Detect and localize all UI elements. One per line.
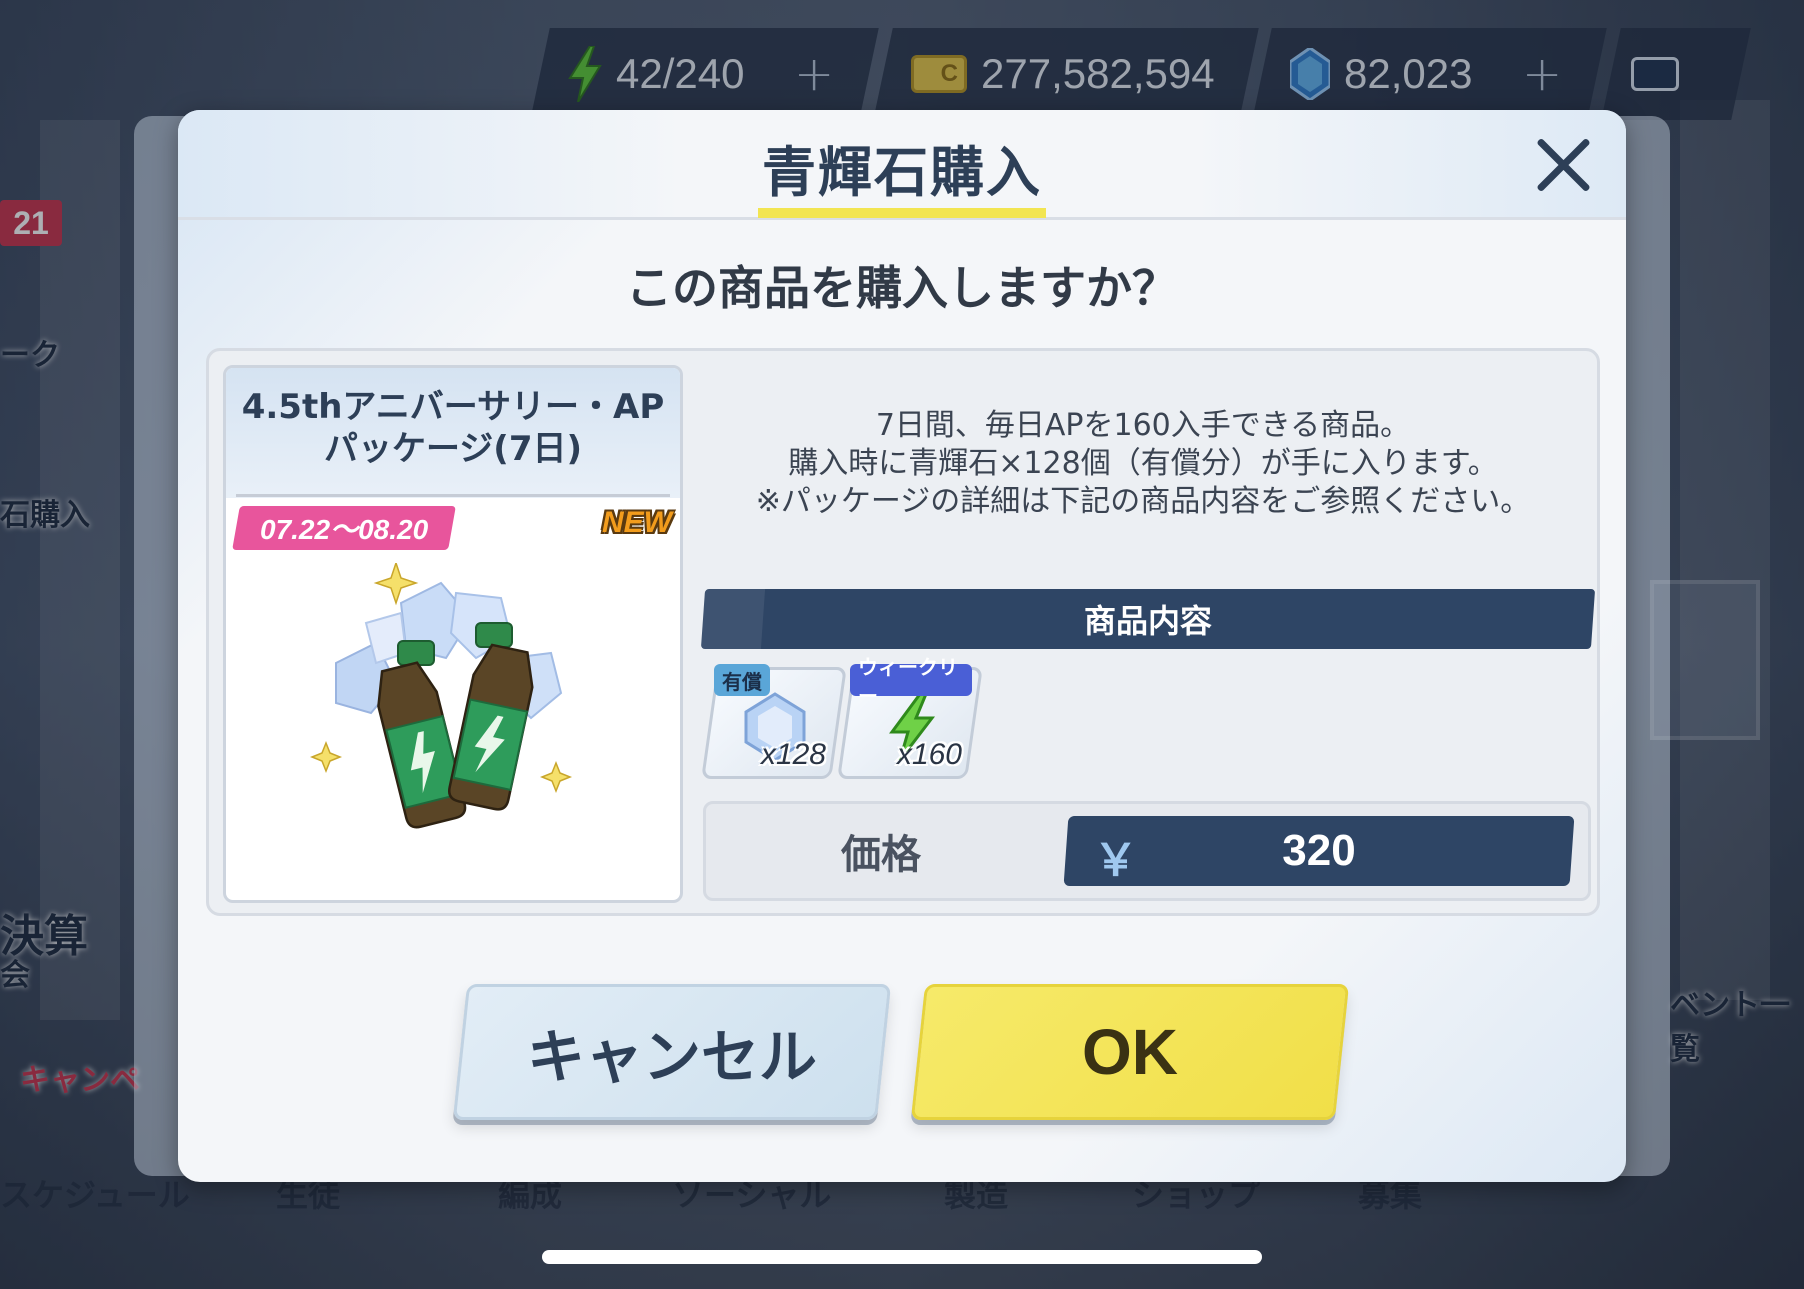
cancel-button[interactable]: キャンセル [452, 984, 892, 1120]
ok-button[interactable]: OK [910, 984, 1350, 1120]
dialog-title: 青輝石購入 [762, 141, 1042, 204]
price-row: 価格 ￥ 320 [703, 801, 1591, 901]
product-title-line2: パッケージ(7日) [323, 429, 583, 469]
product-title-line1: 4.5thアニバーサリー・AP [241, 387, 665, 427]
price-label: 価格 [841, 832, 921, 878]
description-line: 購入時に青輝石×128個（有償分）が手に入ります。 [788, 446, 1498, 481]
product-card: 4.5thアニバーサリー・AP パッケージ(7日) 07.22～08.20 NE… [223, 365, 683, 903]
close-button[interactable] [1530, 132, 1596, 198]
ap-package-illustration [309, 563, 573, 829]
date-range-text: 07.22～08.20 [259, 514, 429, 545]
product-title: 4.5thアニバーサリー・AP パッケージ(7日) [226, 386, 680, 470]
home-indicator[interactable] [542, 1250, 1262, 1264]
confirm-question: この商品を購入しますか？ [626, 261, 1178, 315]
card-divider [236, 494, 670, 497]
product-description: 7日間、毎日APを160入手できる商品。 購入時に青輝石×128個（有償分）が手… [703, 407, 1583, 521]
title-underline [758, 208, 1046, 218]
date-range-badge: 07.22～08.20 [232, 506, 456, 550]
contents-header-label: 商品内容 [1083, 602, 1212, 640]
ok-button-label: OK [1082, 1016, 1178, 1088]
purchase-dialog: 青輝石購入 この商品を購入しますか？ 4.5thアニバーサリー・AP パッケージ… [178, 110, 1626, 1182]
item-tile-pyroxene[interactable]: 有償 x128 [701, 664, 847, 779]
content-panel: 4.5thアニバーサリー・AP パッケージ(7日) 07.22～08.20 NE… [206, 348, 1600, 916]
item-tile-ap[interactable]: ウィークリー x160 [837, 655, 983, 779]
item-quantity: x128 [760, 738, 826, 771]
item-quantity: x160 [896, 738, 962, 771]
item-tag-paid: 有償 [714, 664, 770, 696]
price-value: 320 [1282, 826, 1356, 875]
item-tag-weekly: ウィークリー [850, 655, 972, 708]
description-line: ※パッケージの詳細は下記の商品内容をご参照ください。 [755, 484, 1531, 519]
cancel-button-label: キャンセル [526, 1023, 817, 1091]
new-badge: NEW [602, 506, 672, 539]
price-box: ￥ 320 [1063, 816, 1575, 886]
description-line: 7日間、毎日APを160入手できる商品。 [875, 408, 1411, 443]
contents-header: 商品内容 [700, 589, 1596, 649]
